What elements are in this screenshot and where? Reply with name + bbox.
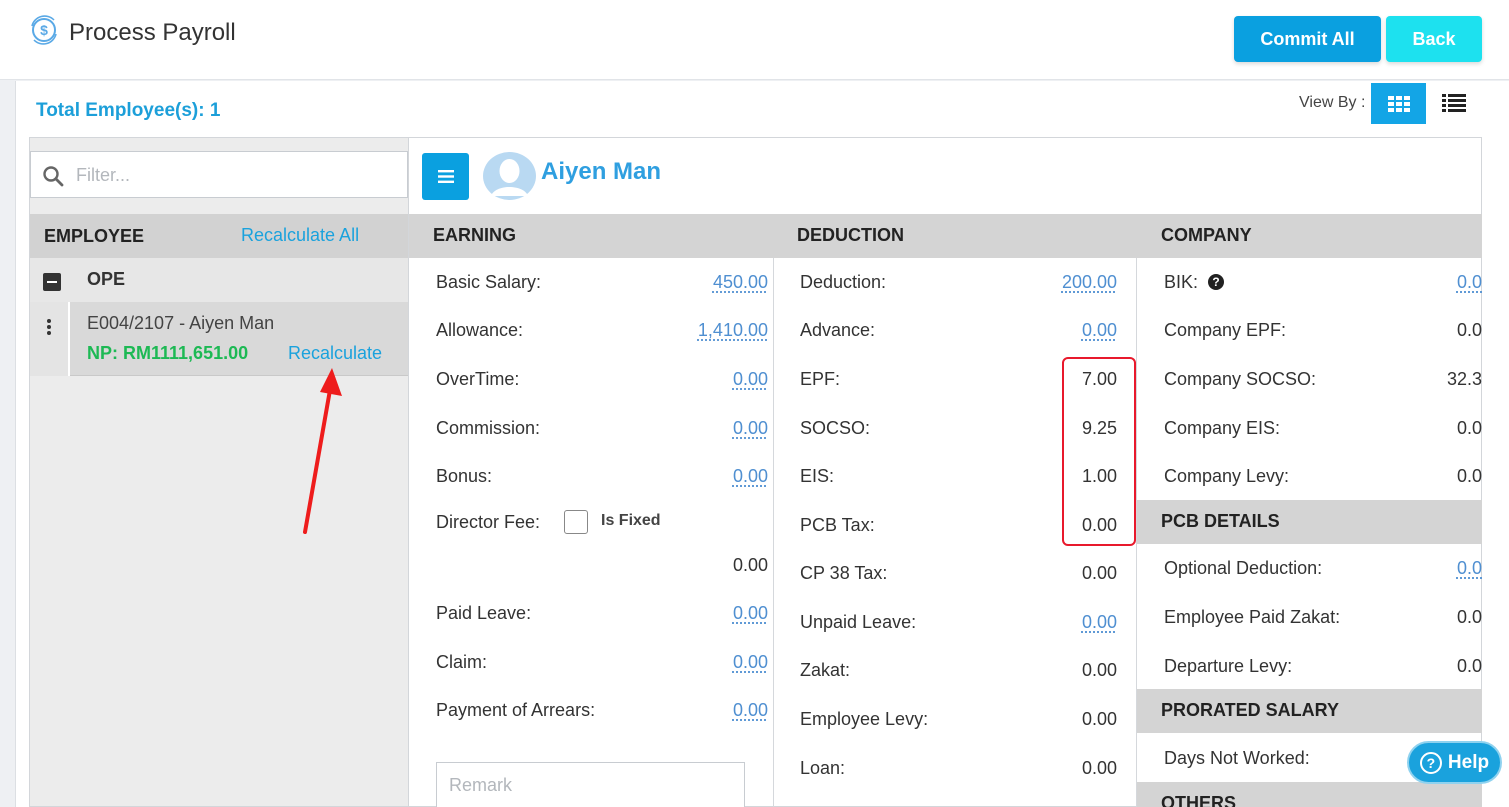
company-eis-value: 0.0: [1456, 418, 1482, 438]
basic-salary-label: Basic Salary:: [436, 272, 542, 292]
advance-value[interactable]: 0.00: [1082, 320, 1117, 341]
loan-value: 0.00: [1081, 758, 1117, 778]
unpaid-leave-value[interactable]: 0.00: [1082, 612, 1117, 633]
allowance-value[interactable]: 1,410.00: [698, 320, 768, 341]
overtime-label: OverTime:: [436, 369, 520, 389]
employee-levy-value: 0.00: [1081, 709, 1117, 729]
company-levy-value: 0.0: [1456, 466, 1482, 486]
net-pay: NP: RM1111,651.00: [87, 343, 249, 363]
others-header: OTHERS: [1137, 782, 1482, 807]
payroll-icon: $: [31, 15, 57, 45]
employee-row[interactable]: E004/2107 - Aiyen Man NP: RM1111,651.00 …: [30, 302, 408, 376]
days-not-worked-label: Days Not Worked:: [1164, 748, 1310, 768]
top-bar: $ Process Payroll Commit All Back: [0, 0, 1509, 80]
list-icon: [1442, 94, 1466, 112]
company-levy-label: Company Levy:: [1164, 466, 1290, 486]
paid-leave-label: Paid Leave:: [436, 603, 532, 623]
claim-value[interactable]: 0.00: [733, 652, 768, 673]
employee-header-label: EMPLOYEE: [44, 226, 145, 246]
question-icon[interactable]: ?: [1208, 274, 1224, 290]
bonus-value[interactable]: 0.00: [733, 466, 768, 487]
basic-salary-value[interactable]: 450.00: [713, 272, 768, 293]
total-employees: Total Employee(s): 1: [36, 100, 221, 121]
advance-label: Advance:: [800, 320, 876, 340]
bonus-label: Bonus:: [436, 466, 493, 486]
employee-detail-name: Aiyen Man: [541, 158, 662, 185]
socso-label: SOCSO:: [800, 418, 871, 438]
recalculate-all-link[interactable]: Recalculate All: [241, 225, 359, 246]
epf-label: EPF:: [800, 369, 841, 389]
help-icon: ?: [1419, 751, 1442, 774]
column-divider: [773, 258, 774, 807]
commission-label: Commission:: [436, 418, 541, 438]
kebab-menu-icon[interactable]: [30, 302, 70, 376]
svg-text:$: $: [40, 22, 48, 38]
deduction-label: Deduction:: [800, 272, 887, 292]
loan-label: Loan:: [800, 758, 846, 778]
company-header: COMPANY: [1137, 214, 1482, 258]
employee-header: EMPLOYEE Recalculate All: [30, 214, 408, 258]
claim-label: Claim:: [436, 652, 488, 672]
page-title: Process Payroll: [69, 19, 236, 46]
menu-button[interactable]: [422, 153, 469, 200]
deduction-header: DEDUCTION: [773, 214, 1137, 258]
commission-value[interactable]: 0.00: [733, 418, 768, 439]
company-socso-value: 32.3: [1446, 369, 1482, 389]
hamburger-icon: [437, 170, 454, 183]
bik-value[interactable]: 0.0: [1457, 272, 1482, 293]
director-fee-label: Director Fee:: [436, 512, 541, 532]
search-icon: [43, 166, 64, 187]
unpaid-leave-label: Unpaid Leave:: [800, 612, 917, 632]
avatar-icon: [483, 152, 536, 200]
company-socso-label: Company SOCSO:: [1164, 369, 1317, 389]
filter-box: [30, 151, 408, 198]
employee-name: E004/2107 - Aiyen Man: [87, 313, 275, 333]
group-label: OPE: [87, 269, 126, 289]
pcb-details-header: PCB DETAILS: [1137, 500, 1482, 544]
cp38-tax-label: CP 38 Tax:: [800, 563, 888, 583]
help-button[interactable]: ? Help: [1407, 741, 1502, 784]
bik-label: BIK:: [1164, 272, 1199, 292]
director-fee-value: 0.00: [732, 555, 768, 575]
annotation-arrow: [303, 368, 342, 534]
departure-levy-value: 0.0: [1456, 656, 1482, 676]
collapse-icon[interactable]: [43, 273, 61, 291]
overtime-value[interactable]: 0.00: [733, 369, 768, 390]
deduction-value[interactable]: 200.00: [1062, 272, 1117, 293]
list-view-button[interactable]: [1436, 86, 1472, 120]
is-fixed-checkbox[interactable]: [564, 510, 588, 534]
back-button[interactable]: Back: [1386, 16, 1482, 62]
help-label: Help: [1447, 751, 1490, 773]
remark-field: [436, 762, 745, 807]
payment-of-arrears-value[interactable]: 0.00: [733, 700, 768, 721]
paid-leave-value[interactable]: 0.00: [733, 603, 768, 624]
group-row[interactable]: OPE: [30, 258, 408, 302]
employee-paid-zakat-label: Employee Paid Zakat:: [1164, 607, 1341, 627]
pcb-tax-label: PCB Tax:: [800, 515, 875, 535]
highlight-box: [1062, 357, 1136, 546]
is-fixed-label: Is Fixed: [601, 512, 661, 529]
grid-icon: [1387, 95, 1410, 112]
departure-levy-label: Departure Levy:: [1164, 656, 1293, 676]
company-eis-label: Company EIS:: [1164, 418, 1281, 438]
commit-all-button[interactable]: Commit All: [1234, 16, 1381, 62]
allowance-label: Allowance:: [436, 320, 524, 340]
employee-levy-label: Employee Levy:: [800, 709, 929, 729]
prorated-salary-header: PRORATED SALARY: [1137, 689, 1482, 733]
filter-input[interactable]: [76, 160, 396, 190]
zakat-value: 0.00: [1081, 660, 1117, 680]
zakat-label: Zakat:: [800, 660, 851, 680]
eis-label: EIS:: [800, 466, 835, 486]
payment-of-arrears-label: Payment of Arrears:: [436, 700, 596, 720]
earning-header: EARNING: [409, 214, 773, 258]
grid-view-button[interactable]: [1371, 83, 1426, 124]
employee-paid-zakat-value: 0.0: [1456, 607, 1482, 627]
company-epf-value: 0.0: [1456, 320, 1482, 340]
cp38-tax-value: 0.00: [1081, 563, 1117, 583]
optional-deduction-value[interactable]: 0.0: [1457, 558, 1482, 579]
remark-input[interactable]: [449, 775, 729, 796]
company-epf-label: Company EPF:: [1164, 320, 1287, 340]
optional-deduction-label: Optional Deduction:: [1164, 558, 1323, 578]
view-by-label: View By :: [1299, 94, 1366, 111]
